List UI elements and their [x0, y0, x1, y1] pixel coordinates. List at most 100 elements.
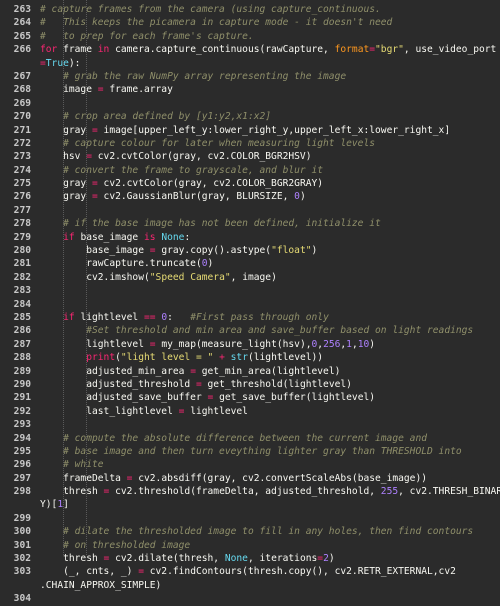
code-line[interactable]: 297 frameDelta = cv2.absdiff(gray, cv2.c… [0, 472, 500, 485]
code-token: cv2.imshow( [86, 271, 150, 283]
code-line[interactable]: 285 if lightlevel == 0: #First pass thro… [0, 311, 500, 324]
line-number: 286 [13, 325, 31, 337]
code-line[interactable]: 284 [0, 298, 500, 311]
code-line[interactable]: 279 if base_image is None: [0, 231, 500, 244]
code-token: gray [63, 191, 92, 203]
line-number: 264 [13, 17, 31, 29]
line-number: 274 [13, 164, 31, 176]
code-token: adjusted_threshold [86, 378, 196, 390]
code-token: gray.copy().astype( [155, 245, 272, 257]
code-line[interactable]: 269 [0, 97, 500, 110]
code-line[interactable]: 277 [0, 204, 500, 217]
code-line[interactable]: 288 print("light level = " + str(lightle… [0, 351, 500, 364]
line-number: 298 [13, 486, 31, 498]
code-token: gray [63, 124, 92, 136]
code-line[interactable]: 302 thresh = cv2.dilate(thresh, None, it… [0, 552, 500, 565]
line-number [0, 498, 34, 511]
code-line[interactable]: 273 hsv = cv2.cvtColor(gray, cv2.COLOR_B… [0, 150, 500, 163]
code-token: .CHAIN_APPROX_SIMPLE) [40, 579, 162, 591]
code-token: (_, cnts, _) [63, 566, 139, 578]
code-token: ) [207, 258, 214, 270]
code-line[interactable]: 270 # crop area defined by [y1:y2,x1:x2] [0, 110, 500, 123]
code-line[interactable]: 266 for frame in camera.capture_continuou… [0, 43, 500, 56]
line-number: 271 [13, 124, 31, 136]
code-line[interactable]: 274 # convert the frame to grayscale, an… [0, 164, 500, 177]
code-token: get_save_buffer(lightlevel) [213, 392, 376, 404]
line-number: 285 [13, 311, 31, 323]
code-line[interactable]: 294 # compute the absolute difference be… [0, 432, 500, 445]
code-line[interactable]: 292 last_lightlevel = lightlevel [0, 405, 500, 418]
line-number: 270 [13, 111, 31, 123]
line-number: 300 [13, 526, 31, 538]
code-token: : [184, 231, 191, 243]
code-line[interactable]: 293 [0, 418, 500, 431]
code-line[interactable]: 275 gray = cv2.cvtColor(gray, cv2.COLOR_… [0, 177, 500, 190]
code-line[interactable]: 264 # This keeps the picamera in capture … [0, 16, 500, 29]
code-line[interactable]: 272 # capture colour for later when meas… [0, 137, 500, 150]
code-token: #Set threshold and min area and save_buf… [86, 325, 474, 337]
code-line[interactable]: 263 # capture frames from the camera (usi… [0, 3, 500, 16]
code-editor[interactable]: 263 # capture frames from the camera (usi… [0, 0, 500, 604]
code-line[interactable]: 287 lightlevel = my_map(measure_light(hs… [0, 338, 500, 351]
code-text: .CHAIN_APPROX_SIMPLE) [40, 579, 500, 592]
code-token: 256 [323, 338, 341, 350]
code-line[interactable]: 286 #Set threshold and min area and save… [0, 324, 500, 337]
line-number: 276 [13, 191, 31, 203]
code-line[interactable]: 298 thresh = cv2.threshold(frameDelta, a… [0, 485, 500, 498]
code-line[interactable]: 283 [0, 284, 500, 297]
code-line[interactable]: 295 # base image and then turn eveything… [0, 445, 500, 458]
code-text: # This keeps the picamera in capture mod… [40, 16, 500, 29]
code-line[interactable]: 268 image = frame.array [0, 83, 500, 96]
code-text: # compute the absolute difference betwee… [40, 432, 500, 445]
code-line[interactable]: 299 [0, 512, 500, 525]
code-token: #First pass through only [190, 311, 329, 323]
code-line[interactable]: 280 base_image = gray.copy().astype("flo… [0, 244, 500, 257]
code-line[interactable]: 271 gray = image[upper_left_y:lower_righ… [0, 124, 500, 137]
code-text: hsv = cv2.cvtColor(gray, cv2.COLOR_BGR2H… [40, 150, 500, 163]
code-line[interactable]: 301 # on thresholded image [0, 539, 500, 552]
code-token: in [97, 44, 110, 56]
code-line[interactable]: 276 gray = cv2.GaussianBlur(gray, BLURSI… [0, 190, 500, 203]
code-line[interactable]: 267 # grab the raw NumPy array represent… [0, 70, 500, 83]
code-line[interactable]: .CHAIN_APPROX_SIMPLE) [0, 579, 500, 592]
code-line[interactable]: 304 [0, 592, 500, 605]
code-line[interactable]: 303 (_, cnts, _) = cv2.findContours(thre… [0, 565, 500, 578]
code-line[interactable]: 289 adjusted_min_area = get_min_area(lig… [0, 365, 500, 378]
code-token: base_image [86, 245, 150, 257]
code-text: image = frame.array [40, 83, 500, 96]
code-text: #Set threshold and min area and save_buf… [40, 324, 500, 337]
line-number: 281 [13, 258, 31, 270]
code-line[interactable]: 290 adjusted_threshold = get_threshold(l… [0, 378, 500, 391]
code-line[interactable]: 296 # white [0, 458, 500, 471]
code-line[interactable]: 278 # if the base image has not been def… [0, 217, 500, 230]
code-token: # grab the raw NumPy array representing … [63, 70, 347, 82]
code-token: if [63, 231, 75, 243]
code-line[interactable]: =True): [0, 57, 500, 70]
code-text: gray = image[upper_left_y:lower_right_y,… [40, 124, 500, 137]
code-text: adjusted_save_buffer = get_save_buffer(l… [40, 391, 500, 404]
code-text: =True): [40, 57, 500, 70]
code-line[interactable]: 265 # to prep for each frame's capture. [0, 30, 500, 43]
code-line[interactable]: 282 cv2.imshow("Speed Camera", image) [0, 271, 500, 284]
code-line[interactable]: 281 rawCapture.truncate(0) [0, 257, 500, 270]
code-token: ) [299, 191, 306, 203]
code-token: ) [369, 338, 376, 350]
code-token: ): [68, 57, 81, 69]
code-token: # dilate the thresholded image to fill i… [63, 526, 474, 538]
code-line[interactable]: Y)[1] [0, 498, 500, 511]
code-token: "light level = " [120, 352, 214, 364]
code-line[interactable]: 300 # dilate the thresholded image to fi… [0, 525, 500, 538]
code-line[interactable]: 291 adjusted_save_buffer = get_save_buff… [0, 391, 500, 404]
